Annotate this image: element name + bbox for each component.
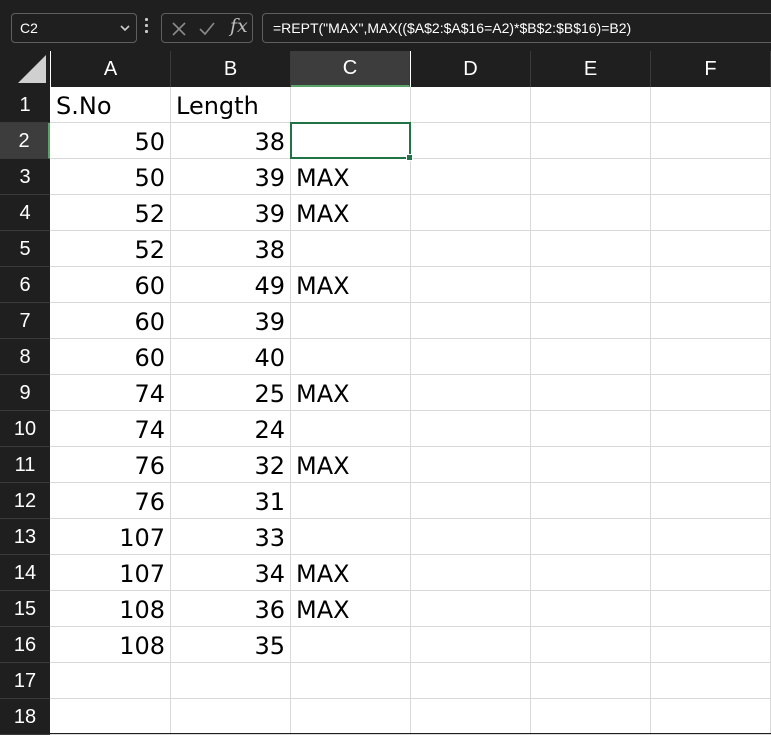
row-header-10[interactable]: 10 [0,411,50,447]
cell-a10[interactable]: 74 [51,411,165,447]
cell-a15[interactable]: 108 [51,591,165,627]
insert-function-icon[interactable]: fx [230,15,248,37]
row-header-3[interactable]: 3 [0,159,50,195]
cell-a4[interactable]: 52 [51,195,165,231]
cell-a3[interactable]: 50 [51,159,165,195]
column-header-d[interactable]: D [411,51,531,87]
row-header-13[interactable]: 13 [0,519,50,555]
row-header-1[interactable]: 1 [0,87,50,123]
chevron-down-icon[interactable] [118,21,132,35]
cell-c3[interactable]: MAX [296,159,496,195]
cell-a11[interactable]: 76 [51,447,165,483]
column-header-e[interactable]: E [531,51,651,87]
select-all-triangle-icon [18,55,46,83]
column-header-c[interactable]: C [291,51,410,87]
cell-b16[interactable]: 35 [171,627,285,663]
cell-c9[interactable]: MAX [296,375,496,411]
fill-handle[interactable] [406,154,413,161]
cell-c10[interactable] [296,411,496,447]
active-cell-outline[interactable] [290,122,413,161]
cell-a16[interactable]: 108 [51,627,165,663]
cell-c14[interactable]: MAX [296,555,496,591]
row-header-8[interactable]: 8 [0,339,50,375]
cell-a13[interactable]: 107 [51,519,165,555]
cell-a12[interactable]: 76 [51,483,165,519]
cell-b3[interactable]: 39 [171,159,285,195]
cell-a6[interactable]: 60 [51,267,165,303]
cell-c6[interactable]: MAX [296,267,496,303]
row-header-5[interactable]: 5 [0,231,50,267]
cell-c4[interactable]: MAX [296,195,496,231]
cell-b11[interactable]: 32 [171,447,285,483]
cell-b1[interactable]: Length [176,87,376,123]
cell-b7[interactable]: 39 [171,303,285,339]
column-header-a[interactable]: A [51,51,171,87]
row-header-15[interactable]: 15 [0,591,50,627]
cell-b8[interactable]: 40 [171,339,285,375]
column-header-b[interactable]: B [171,51,291,87]
row-header-7[interactable]: 7 [0,303,50,339]
column-header-f[interactable]: F [651,51,771,87]
formula-input[interactable]: =REPT("MAX",MAX(($A$2:$A$16=A2)*$B$2:$B$… [262,13,771,43]
formula-buttons: fx [161,13,253,43]
cell-b10[interactable]: 24 [171,411,285,447]
row-header-9[interactable]: 9 [0,375,50,411]
cell-a14[interactable]: 107 [51,555,165,591]
row-header-16[interactable]: 16 [0,627,50,663]
formula-text: =REPT("MAX",MAX(($A$2:$A$16=A2)*$B$2:$B$… [273,20,632,36]
cell-a9[interactable]: 74 [51,375,165,411]
cell-b15[interactable]: 36 [171,591,285,627]
cell-b14[interactable]: 34 [171,555,285,591]
row-header-11[interactable]: 11 [0,447,50,483]
more-options-icon[interactable] [145,18,149,36]
name-box[interactable]: C2 [11,13,137,43]
cell-b2[interactable]: 38 [171,123,285,159]
enter-check-icon[interactable] [197,19,217,39]
cell-c12[interactable] [296,483,496,519]
cancel-icon[interactable] [169,19,189,39]
row-gridline [50,698,771,699]
cell-c16[interactable] [296,627,496,663]
row-header-18[interactable]: 18 [0,699,50,735]
cell-a5[interactable]: 52 [51,231,165,267]
formula-bar-area: C2 fx =REPT("MAX",MAX(($A$2:$A$16=A2)*$B… [0,0,771,51]
cell-b9[interactable]: 25 [171,375,285,411]
row-header-6[interactable]: 6 [0,267,50,303]
select-all-button[interactable] [0,51,50,87]
cell-b12[interactable]: 31 [171,483,285,519]
cell-b13[interactable]: 33 [171,519,285,555]
cell-a8[interactable]: 60 [51,339,165,375]
spreadsheet-grid: A B C D E F 1 2 3 4 5 6 7 8 9 10 11 12 13 14 15 16 17 18 … [0,51,771,735]
cell-c13[interactable] [296,519,496,555]
row-header-4[interactable]: 4 [0,195,50,231]
row-header-17[interactable]: 17 [0,663,50,699]
row-header-2[interactable]: 2 [0,123,50,159]
cell-c8[interactable] [296,339,496,375]
cell-b5[interactable]: 38 [171,231,285,267]
name-box-value: C2 [20,20,38,36]
row-header-14[interactable]: 14 [0,555,50,591]
cell-b4[interactable]: 39 [171,195,285,231]
cell-b6[interactable]: 49 [171,267,285,303]
cell-c7[interactable] [296,303,496,339]
cell-c5[interactable] [296,231,496,267]
cell-c15[interactable]: MAX [296,591,496,627]
cell-c11[interactable]: MAX [296,447,496,483]
row-header-12[interactable]: 12 [0,483,50,519]
cell-a7[interactable]: 60 [51,303,165,339]
cell-a2[interactable]: 50 [51,123,165,159]
